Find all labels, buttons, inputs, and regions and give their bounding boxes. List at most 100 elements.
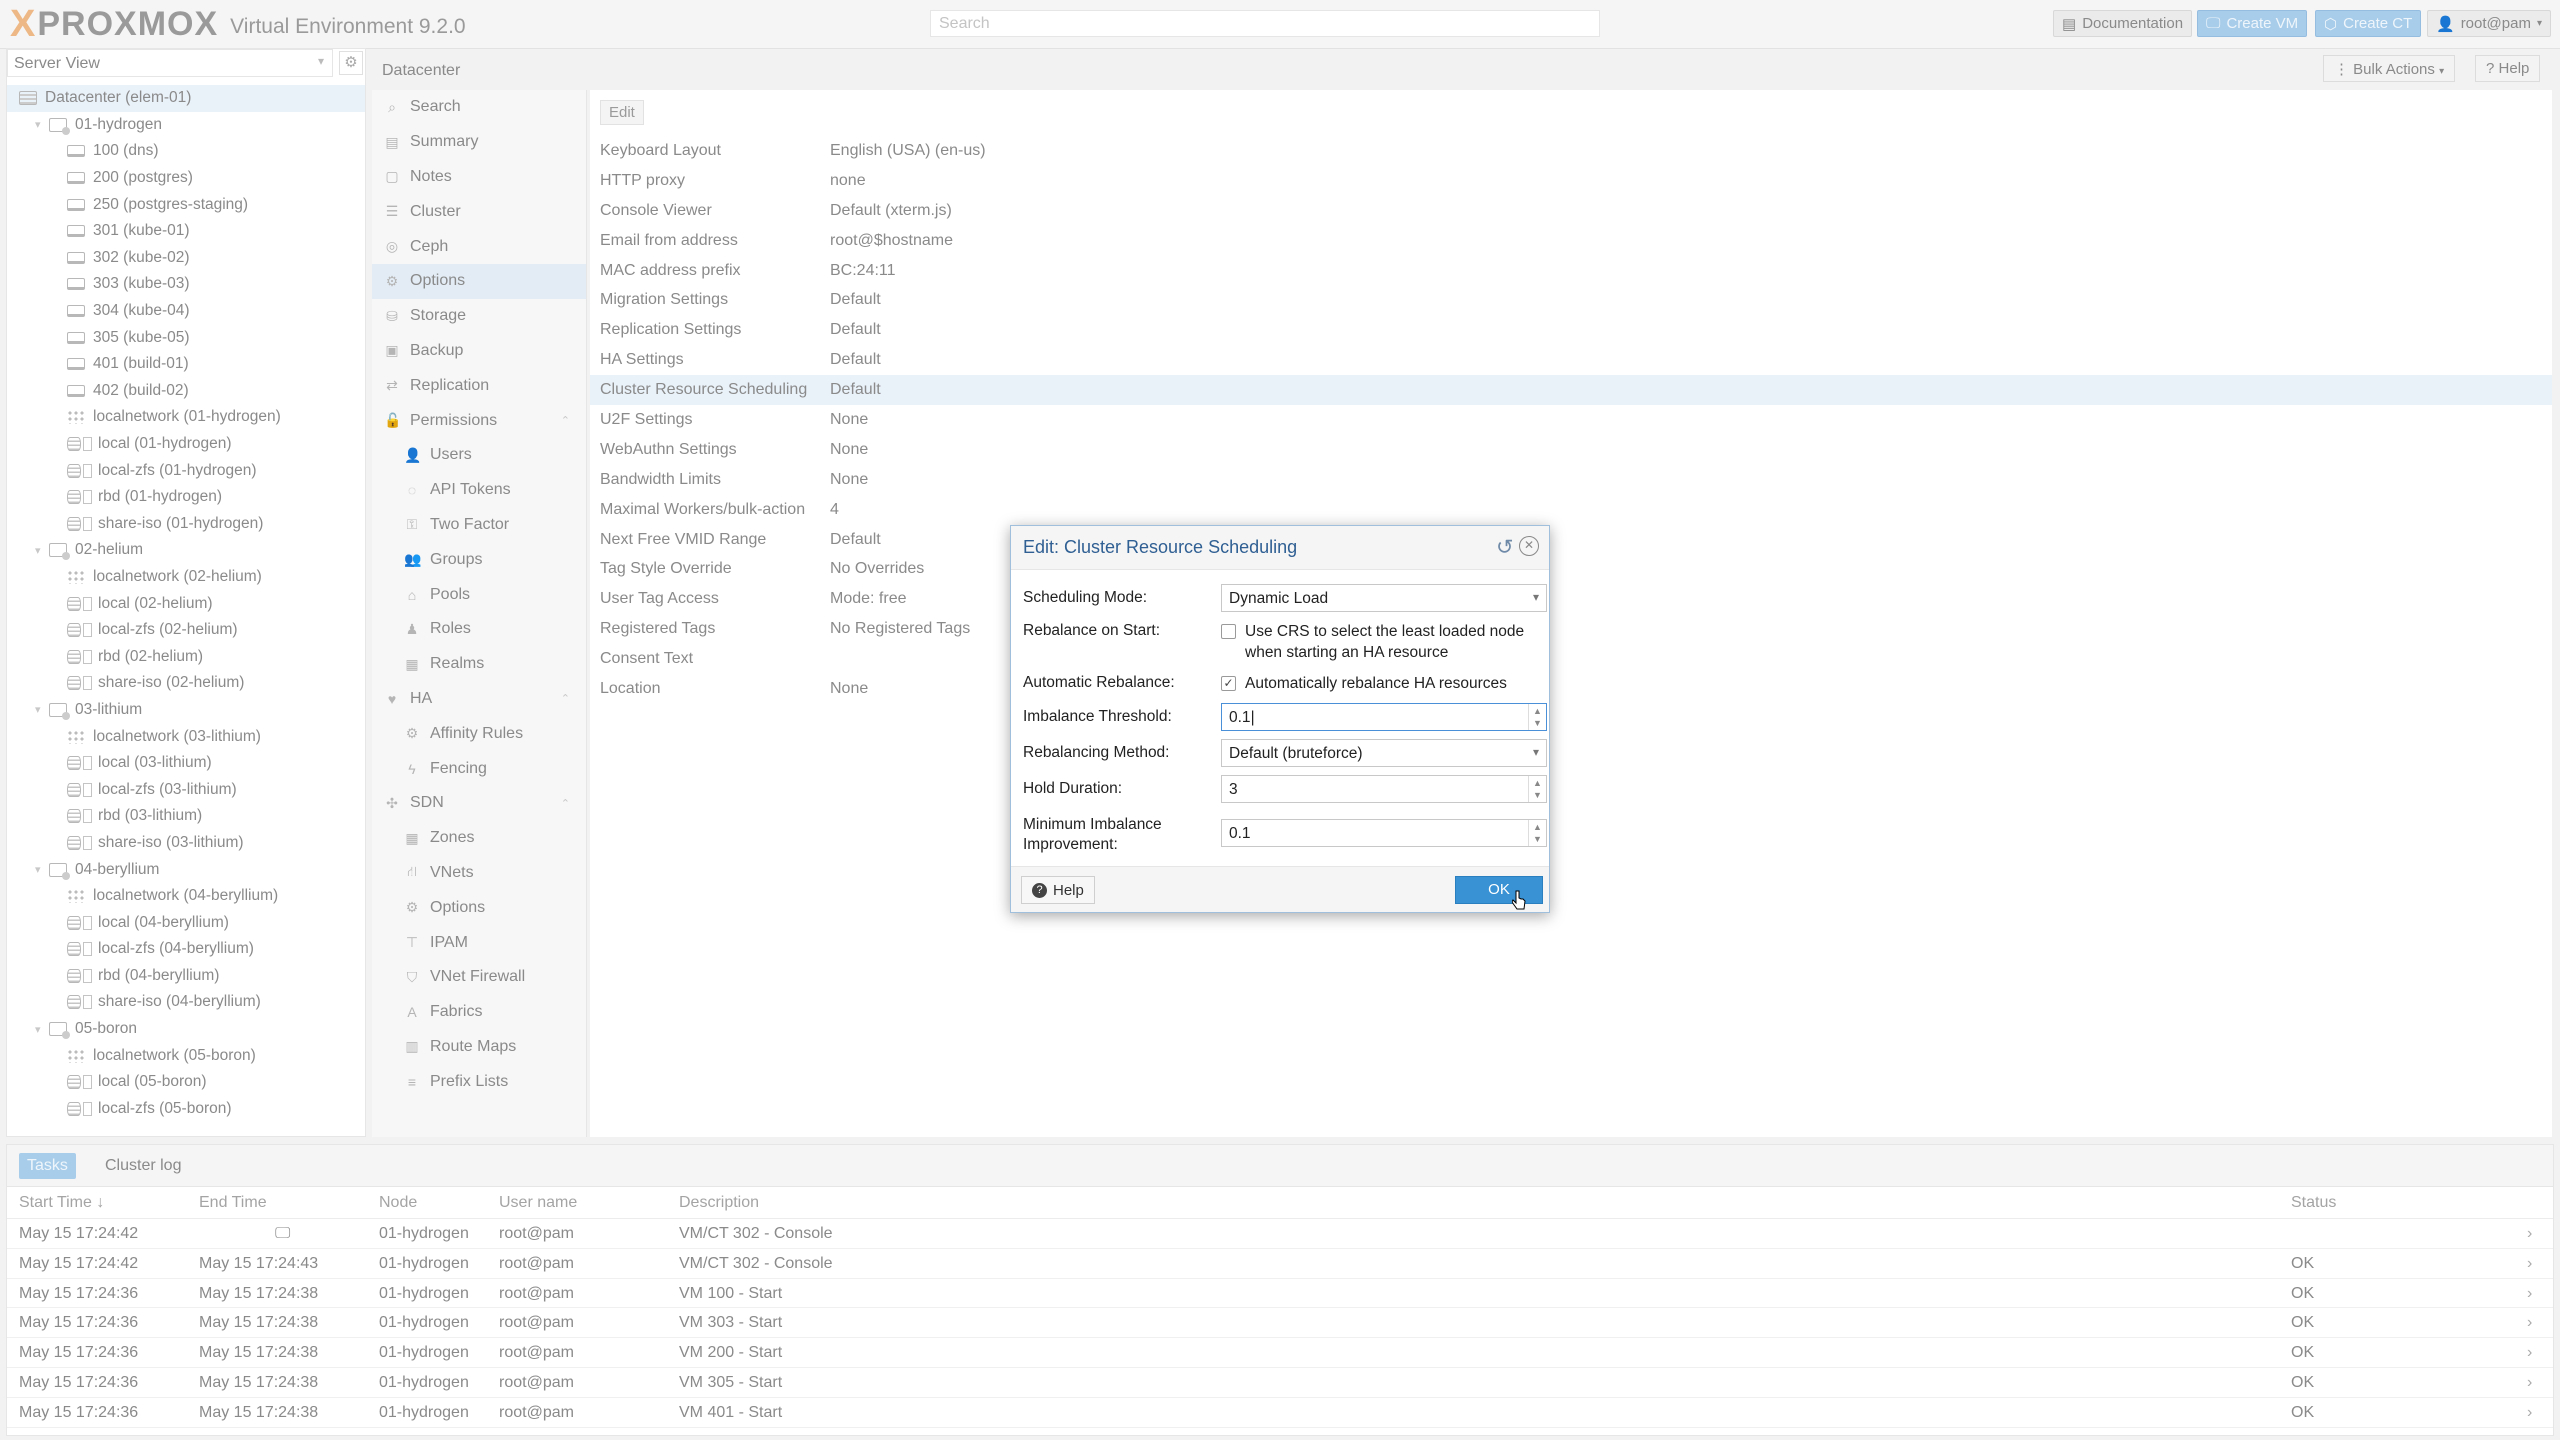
- task-row[interactable]: May 15 17:24:36 May 15 17:24:38 01-hydroge…: [7, 1338, 2553, 1368]
- rebalance-on-start-checkbox[interactable]: [1221, 624, 1236, 639]
- option-row[interactable]: Migration Settings Default: [590, 285, 2552, 315]
- col-end-time[interactable]: End Time: [199, 1194, 267, 1212]
- chevron-right-icon[interactable]: ›: [2527, 1225, 2532, 1243]
- nav-item[interactable]: ϟ Fencing: [372, 751, 586, 786]
- tree-item[interactable]: 200 (postgres): [7, 165, 365, 192]
- tree-item[interactable]: rbd (01-hydrogen): [7, 484, 365, 511]
- tree-item[interactable]: ▾ 02-helium: [7, 537, 365, 564]
- expand-icon[interactable]: ▾: [35, 1023, 47, 1036]
- tree-item[interactable]: local-zfs (04-beryllium): [7, 936, 365, 963]
- nav-item[interactable]: 👥 Groups: [372, 542, 586, 577]
- tree-item[interactable]: 401 (build-01): [7, 351, 365, 378]
- chevron-right-icon[interactable]: ›: [2527, 1374, 2532, 1392]
- nav-item[interactable]: ◎ Ceph: [372, 229, 586, 264]
- help-button[interactable]: ? Help: [2475, 55, 2541, 82]
- nav-item[interactable]: ▢ Notes: [372, 160, 586, 195]
- tree-item[interactable]: ▾ 03-lithium: [7, 697, 365, 724]
- col-user[interactable]: User name: [499, 1194, 577, 1212]
- option-row[interactable]: HA Settings Default: [590, 345, 2552, 375]
- nav-item[interactable]: ⌂ Pools: [372, 577, 586, 612]
- option-row[interactable]: Tag Style Override No Overrides: [590, 554, 2552, 584]
- nav-item[interactable]: ⊤ IPAM: [372, 925, 586, 960]
- tree-item[interactable]: local (05-boron): [7, 1069, 365, 1096]
- tree-item[interactable]: share-iso (03-lithium): [7, 830, 365, 857]
- user-menu-button[interactable]: 👤 root@pam ▾: [2427, 10, 2551, 37]
- task-row[interactable]: May 15 17:24:42 May 15 17:24:43 01-hydroge…: [7, 1249, 2553, 1279]
- tree-item[interactable]: local (03-lithium): [7, 750, 365, 777]
- tree-item[interactable]: 301 (kube-01): [7, 218, 365, 245]
- expand-icon[interactable]: ▾: [35, 118, 47, 131]
- tree-item[interactable]: 304 (kube-04): [7, 298, 365, 325]
- spinner-icon[interactable]: ▲ ▼: [1528, 704, 1546, 730]
- expand-icon[interactable]: ▾: [35, 863, 47, 876]
- tree-item[interactable]: localnetwork (04-beryllium): [7, 883, 365, 910]
- tree-item[interactable]: ▾ 04-beryllium: [7, 856, 365, 883]
- reset-icon[interactable]: ↺: [1496, 535, 1514, 560]
- task-row[interactable]: May 15 17:24:36 May 15 17:24:38 01-hydroge…: [7, 1368, 2553, 1398]
- col-node[interactable]: Node: [379, 1194, 417, 1212]
- chevron-right-icon[interactable]: ›: [2527, 1404, 2532, 1422]
- tab-cluster-log[interactable]: Cluster log: [97, 1153, 189, 1179]
- tree-item[interactable]: localnetwork (01-hydrogen): [7, 404, 365, 431]
- col-status[interactable]: Status: [2291, 1194, 2336, 1212]
- chevron-right-icon[interactable]: ›: [2527, 1314, 2532, 1332]
- nav-item[interactable]: ▦ Zones: [372, 821, 586, 856]
- expand-icon[interactable]: ▾: [35, 703, 47, 716]
- nav-item[interactable]: ⛉ VNet Firewall: [372, 960, 586, 995]
- task-row[interactable]: May 15 17:24:36 May 15 17:24:38 01-hydroge…: [7, 1398, 2553, 1428]
- option-row[interactable]: Email from address root@$hostname: [590, 226, 2552, 256]
- option-row[interactable]: User Tag Access Mode: free: [590, 584, 2552, 614]
- global-search-input[interactable]: Search: [930, 10, 1600, 37]
- bulk-actions-button[interactable]: ⋮ Bulk Actions ▾: [2323, 55, 2456, 82]
- spinner-icon[interactable]: ▲ ▼: [1528, 820, 1546, 846]
- nav-item[interactable]: ⇄ Replication: [372, 368, 586, 403]
- rebalancing-method-select[interactable]: Default (bruteforce) ▾: [1221, 739, 1547, 767]
- option-row[interactable]: Location None: [590, 674, 2552, 704]
- option-row[interactable]: Next Free VMID Range Default: [590, 525, 2552, 555]
- create-vm-button[interactable]: 🖵 Create VM: [2197, 10, 2308, 37]
- edit-button[interactable]: Edit: [600, 100, 644, 125]
- imbalance-threshold-input[interactable]: 0.1| ▲ ▼: [1221, 703, 1547, 731]
- option-row[interactable]: HTTP proxy none: [590, 166, 2552, 196]
- tree-item[interactable]: localnetwork (05-boron): [7, 1042, 365, 1069]
- nav-item[interactable]: ⌕ Search: [372, 90, 586, 125]
- hold-duration-input[interactable]: 3 ▲ ▼: [1221, 775, 1547, 803]
- tree-item[interactable]: share-iso (01-hydrogen): [7, 511, 365, 538]
- tree-item[interactable]: local-zfs (02-helium): [7, 617, 365, 644]
- task-row[interactable]: May 15 17:24:42 🖵 01-hydrogen root@pam VM/CT…: [7, 1219, 2553, 1249]
- tree-item[interactable]: 305 (kube-05): [7, 324, 365, 351]
- auto-rebalance-checkbox[interactable]: ✓: [1221, 676, 1236, 691]
- tree-item[interactable]: 303 (kube-03): [7, 271, 365, 298]
- tree-item[interactable]: ▾ 05-boron: [7, 1016, 365, 1043]
- tree-item[interactable]: local-zfs (05-boron): [7, 1096, 365, 1123]
- documentation-button[interactable]: ▤ Documentation: [2053, 10, 2193, 37]
- option-row[interactable]: Consent Text: [590, 644, 2552, 674]
- tree-item[interactable]: localnetwork (03-lithium): [7, 723, 365, 750]
- expand-icon[interactable]: ▾: [35, 544, 47, 557]
- tree-item[interactable]: 402 (build-02): [7, 378, 365, 405]
- min-improvement-input[interactable]: 0.1 ▲ ▼: [1221, 819, 1547, 847]
- nav-item[interactable]: ♟ Roles: [372, 612, 586, 647]
- task-row[interactable]: May 15 17:24:36 May 15 17:24:38 01-hydroge…: [7, 1279, 2553, 1309]
- option-row[interactable]: MAC address prefix BC:24:11: [590, 256, 2552, 286]
- nav-item[interactable]: ⚿ Two Factor: [372, 508, 586, 543]
- tab-tasks[interactable]: Tasks: [19, 1153, 76, 1179]
- nav-item[interactable]: ⚙ Affinity Rules: [372, 716, 586, 751]
- option-row[interactable]: Bandwidth Limits None: [590, 465, 2552, 495]
- chevron-up-icon[interactable]: ⌃: [561, 414, 570, 427]
- tree-item[interactable]: 302 (kube-02): [7, 245, 365, 272]
- close-icon[interactable]: ✕: [1519, 536, 1539, 556]
- nav-item[interactable]: ⚙ Options: [372, 263, 586, 299]
- create-ct-button[interactable]: ⬡ Create CT: [2315, 10, 2422, 37]
- option-row[interactable]: Keyboard Layout English (USA) (en-us): [590, 136, 2552, 166]
- tree-item[interactable]: local (04-beryllium): [7, 909, 365, 936]
- nav-item[interactable]: ⚙ Options: [372, 890, 586, 925]
- nav-item[interactable]: ⛁ Storage: [372, 299, 586, 334]
- option-row[interactable]: Registered Tags No Registered Tags: [590, 614, 2552, 644]
- option-row[interactable]: Replication Settings Default: [590, 315, 2552, 345]
- task-row[interactable]: May 15 17:24:36 May 15 17:24:38 01-hydroge…: [7, 1308, 2553, 1339]
- nav-item[interactable]: ⛙ VNets: [372, 856, 586, 891]
- col-description[interactable]: Description: [679, 1194, 759, 1212]
- nav-item[interactable]: ▣ Backup: [372, 334, 586, 369]
- spinner-icon[interactable]: ▲ ▼: [1528, 776, 1546, 802]
